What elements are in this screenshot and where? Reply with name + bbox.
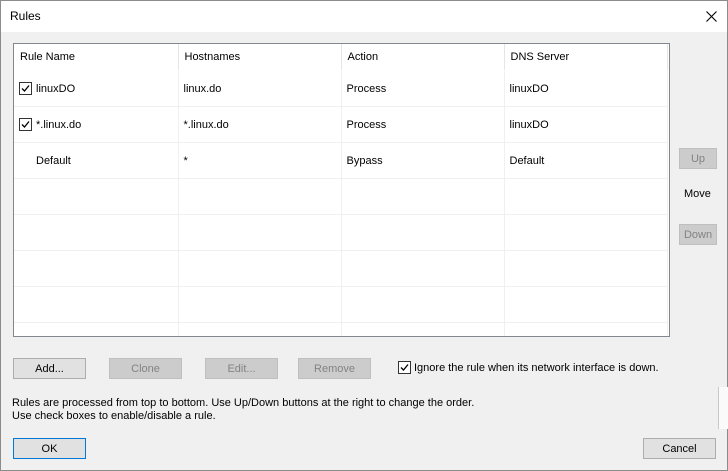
up-button[interactable]: Up — [679, 148, 717, 169]
empty-cell — [504, 214, 668, 251]
rules-list[interactable]: Rule Name Hostnames Action DNS Server li… — [13, 43, 670, 337]
empty-cell — [178, 214, 342, 251]
empty-cell — [504, 322, 668, 336]
table-row[interactable]: linuxDO linux.do Process linuxDO — [14, 70, 668, 107]
move-label: Move — [684, 188, 711, 200]
empty-cell — [178, 250, 342, 287]
cancel-button[interactable]: Cancel — [643, 438, 716, 459]
info-text: Rules are processed from top to bottom. … — [12, 397, 474, 423]
close-icon — [705, 11, 717, 22]
rule-name: Default — [36, 154, 71, 167]
empty-cell — [178, 178, 342, 215]
checkmark-icon — [400, 364, 409, 371]
action-cell[interactable]: Process — [341, 70, 505, 107]
rule-name: linuxDO — [36, 82, 76, 95]
window-title: Rules — [10, 9, 41, 23]
empty-cell — [504, 178, 668, 215]
checkmark-icon — [21, 121, 30, 128]
action-cell[interactable]: Bypass — [341, 142, 505, 179]
column-header-hostnames[interactable]: Hostnames — [178, 44, 342, 71]
empty-cell — [178, 322, 342, 336]
action-cell[interactable]: Process — [341, 106, 505, 143]
ignore-label: Ignore the rule when its network interfa… — [414, 361, 659, 374]
clone-button[interactable]: Clone — [109, 358, 182, 379]
ignore-option[interactable]: Ignore the rule when its network interfa… — [398, 361, 659, 374]
rule-name-cell[interactable]: *.linux.do — [14, 106, 179, 143]
empty-row — [14, 250, 668, 287]
empty-row — [14, 178, 668, 215]
close-button[interactable] — [695, 1, 727, 32]
empty-cell — [14, 322, 179, 336]
title-bar: Rules — [1, 1, 727, 32]
empty-cell — [14, 214, 179, 251]
hostnames-cell[interactable]: linux.do — [178, 70, 342, 107]
rule-name-cell[interactable]: Default — [14, 142, 179, 179]
add-button[interactable]: Add... — [13, 358, 86, 379]
rule-enable-checkbox[interactable] — [19, 82, 32, 95]
info-line-1: Rules are processed from top to bottom. … — [12, 397, 475, 409]
down-button[interactable]: Down — [679, 224, 717, 245]
empty-cell — [14, 250, 179, 287]
column-header-dns-server[interactable]: DNS Server — [504, 44, 668, 71]
rule-name: *.linux.do — [36, 118, 82, 131]
empty-cell — [341, 250, 505, 287]
empty-cell — [341, 322, 505, 336]
empty-row — [14, 214, 668, 251]
rules-table: Rule Name Hostnames Action DNS Server li… — [14, 44, 668, 336]
remove-button[interactable]: Remove — [298, 358, 371, 379]
empty-row — [14, 286, 668, 323]
rule-enable-checkbox[interactable] — [19, 118, 32, 131]
empty-row — [14, 322, 668, 336]
hostnames-cell[interactable]: * — [178, 142, 342, 179]
empty-cell — [341, 214, 505, 251]
empty-cell — [178, 286, 342, 323]
edit-button[interactable]: Edit... — [205, 358, 278, 379]
header-row: Rule Name Hostnames Action DNS Server — [14, 44, 668, 71]
column-header-action[interactable]: Action — [341, 44, 505, 71]
window-edge-fragment — [718, 387, 728, 429]
hostnames-cell[interactable]: *.linux.do — [178, 106, 342, 143]
rule-name-cell[interactable]: linuxDO — [14, 70, 179, 107]
dns-server-cell[interactable]: linuxDO — [504, 70, 668, 107]
ignore-checkbox[interactable] — [398, 361, 411, 374]
dns-server-cell[interactable]: Default — [504, 142, 668, 179]
checkmark-icon — [21, 85, 30, 92]
empty-cell — [341, 178, 505, 215]
column-header-rule-name[interactable]: Rule Name — [14, 44, 179, 71]
empty-cell — [504, 250, 668, 287]
empty-cell — [504, 286, 668, 323]
table-row[interactable]: Default * Bypass Default — [14, 142, 668, 179]
table-row[interactable]: *.linux.do *.linux.do Process linuxDO — [14, 106, 668, 143]
rules-dialog: Rules Rule Name Hostnames Action DNS Ser… — [0, 0, 728, 471]
empty-cell — [14, 286, 179, 323]
info-line-2: Use check boxes to enable/disable a rule… — [12, 410, 216, 422]
empty-cell — [341, 286, 505, 323]
ok-button[interactable]: OK — [13, 438, 86, 459]
dns-server-cell[interactable]: linuxDO — [504, 106, 668, 143]
empty-cell — [14, 178, 179, 215]
